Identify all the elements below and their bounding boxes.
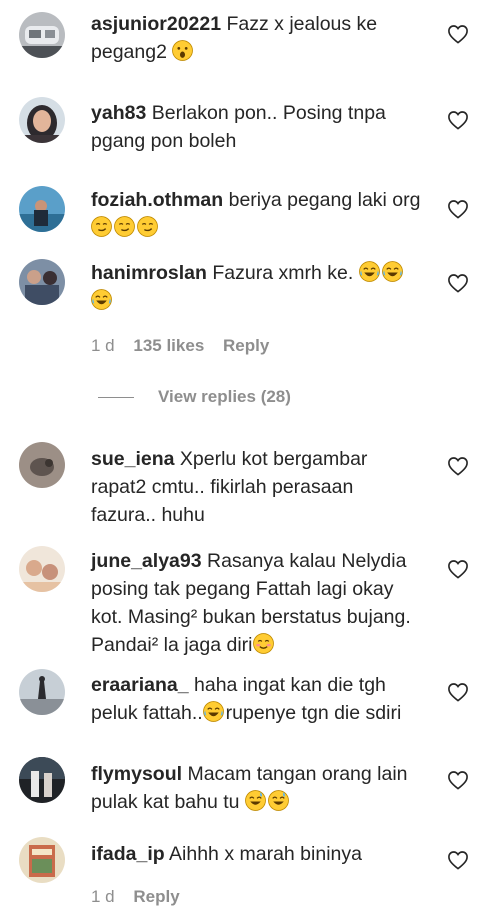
comment-body: sue_iena Xperlu kot bergambar rapat2 cmt… bbox=[91, 445, 421, 529]
sweat-smile-emoji-icon bbox=[268, 790, 289, 811]
smirk-emoji-icon bbox=[114, 216, 135, 237]
joy-emoji-icon bbox=[91, 289, 112, 310]
comment-text: beriya pegang laki org bbox=[228, 189, 421, 211]
comment-meta: 1 d Reply bbox=[91, 887, 194, 907]
avatar[interactable] bbox=[19, 186, 65, 232]
username[interactable]: ifada_ip bbox=[91, 843, 165, 865]
comment-body: flymysoul Macam tangan orang lain pulak … bbox=[91, 760, 421, 816]
username[interactable]: foziah.othman bbox=[91, 189, 223, 211]
username[interactable]: sue_iena bbox=[91, 448, 174, 470]
username[interactable]: eraariana_ bbox=[91, 674, 189, 696]
like-heart-icon[interactable] bbox=[447, 770, 469, 790]
joy-emoji-icon bbox=[381, 261, 403, 282]
comment-body: hanimroslan Fazura xmrh ke. bbox=[91, 259, 421, 315]
comment-text: Fazura xmrh ke. bbox=[212, 262, 354, 284]
like-heart-icon[interactable] bbox=[447, 456, 469, 476]
comment-body: eraariana_ haha ingat kan die tgh peluk … bbox=[91, 671, 421, 727]
astonished-emoji-icon bbox=[172, 40, 194, 61]
like-heart-icon[interactable] bbox=[447, 110, 469, 130]
comment-body: foziah.othman beriya pegang laki org bbox=[91, 186, 421, 242]
username[interactable]: asjunior20221 bbox=[91, 13, 221, 35]
reply-button[interactable]: Reply bbox=[133, 887, 179, 906]
avatar[interactable] bbox=[19, 757, 65, 803]
smirk-emoji-icon bbox=[91, 216, 112, 237]
blush-emoji-icon bbox=[252, 633, 274, 654]
joy-emoji-icon bbox=[358, 261, 380, 282]
like-heart-icon[interactable] bbox=[447, 850, 469, 870]
view-replies-button[interactable]: View replies (28) bbox=[98, 387, 291, 407]
like-heart-icon[interactable] bbox=[447, 199, 469, 219]
comment-time: 1 d bbox=[91, 336, 115, 355]
comment-body: ifada_ip Aihhh x marah bininya bbox=[91, 840, 421, 868]
like-heart-icon[interactable] bbox=[447, 559, 469, 579]
avatar[interactable] bbox=[19, 837, 65, 883]
reply-button[interactable]: Reply bbox=[223, 336, 269, 355]
comment-text-continued: rupenye tgn die sdiri bbox=[225, 702, 402, 724]
divider bbox=[98, 396, 134, 398]
username[interactable]: yah83 bbox=[91, 102, 146, 124]
avatar[interactable] bbox=[19, 97, 65, 143]
sweat-smile-emoji-icon bbox=[245, 790, 266, 811]
username[interactable]: hanimroslan bbox=[91, 262, 207, 284]
avatar[interactable] bbox=[19, 442, 65, 488]
avatar[interactable] bbox=[19, 12, 65, 58]
like-count[interactable]: 135 likes bbox=[133, 336, 204, 355]
comment-time: 1 d bbox=[91, 887, 115, 906]
username[interactable]: june_alya93 bbox=[91, 550, 202, 572]
smirk-emoji-icon bbox=[137, 216, 158, 237]
like-heart-icon[interactable] bbox=[447, 24, 469, 44]
avatar[interactable] bbox=[19, 259, 65, 305]
comment-text: Aihhh x marah bininya bbox=[169, 843, 362, 865]
comment-body: june_alya93 Rasanya kalau Nelydia posing… bbox=[91, 547, 421, 659]
comment-meta: 1 d 135 likes Reply bbox=[91, 336, 283, 356]
joy-emoji-icon bbox=[202, 701, 224, 722]
avatar[interactable] bbox=[19, 546, 65, 592]
view-replies-label: View replies (28) bbox=[158, 387, 291, 406]
username[interactable]: flymysoul bbox=[91, 763, 182, 785]
like-heart-icon[interactable] bbox=[447, 682, 469, 702]
comment-body: yah83 Berlakon pon.. Posing tnpa pgang p… bbox=[91, 99, 421, 155]
like-heart-icon[interactable] bbox=[447, 273, 469, 293]
avatar[interactable] bbox=[19, 669, 65, 715]
comment-body: asjunior20221 Fazz x jealous ke pegang2 bbox=[91, 10, 421, 66]
